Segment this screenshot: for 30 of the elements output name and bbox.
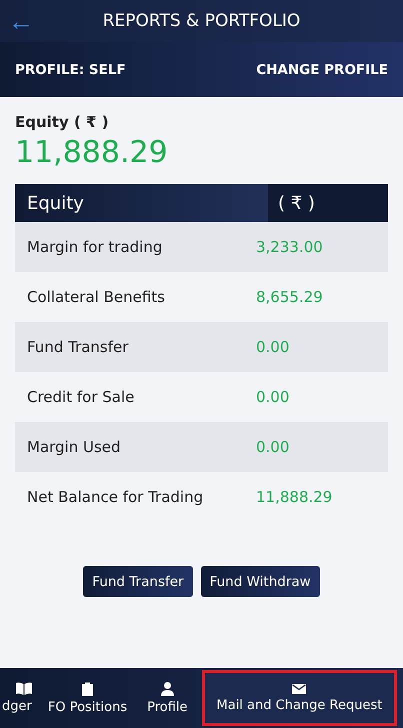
equity-label: Equity ( ₹ ) [15, 113, 110, 131]
table-cell-text: Net Balance for Trading [26, 488, 204, 506]
table-cell-text: 0.00 [256, 388, 290, 406]
column-header: Equity [26, 192, 85, 214]
nav-tab[interactable]: Mail and Change Request [202, 670, 398, 726]
table-cell-text: 11,888.29 [256, 488, 334, 506]
person-icon [160, 682, 174, 696]
table-cell-text: 0.00 [256, 338, 290, 356]
nav-tab[interactable]: FO Positions [38, 668, 138, 728]
table-cell-text: 0.00 [256, 438, 290, 456]
nav-tab[interactable]: dger [0, 668, 38, 728]
column-header: ( ₹ ) [268, 184, 388, 222]
table-cell-text: Margin Used [26, 438, 122, 456]
change-profile-link[interactable]: CHANGE PROFILE [256, 62, 388, 78]
mail-icon [292, 684, 306, 694]
nav-tab[interactable]: Profile [137, 668, 198, 728]
back-button[interactable]: ← [0, 7, 40, 35]
table-cell-text: 3,233.00 [256, 238, 324, 256]
action-button[interactable]: Fund Withdraw [200, 566, 320, 597]
action-button[interactable]: Fund Transfer [83, 566, 193, 597]
equity-value: 11,888.29 [15, 135, 169, 170]
table-cell-text: Fund Transfer [26, 338, 130, 356]
book-icon [16, 682, 32, 695]
table-cell-text: 8,655.29 [256, 288, 324, 306]
table-cell-text: Margin for trading [26, 238, 164, 256]
table-cell-text: Collateral Benefits [26, 288, 166, 306]
table-cell-text: Credit for Sale [26, 388, 136, 406]
profile-label: PROFILE: SELF [15, 62, 126, 78]
screen-title: REPORTS & PORTFOLIO [102, 11, 300, 31]
clipboard-icon [82, 682, 93, 696]
